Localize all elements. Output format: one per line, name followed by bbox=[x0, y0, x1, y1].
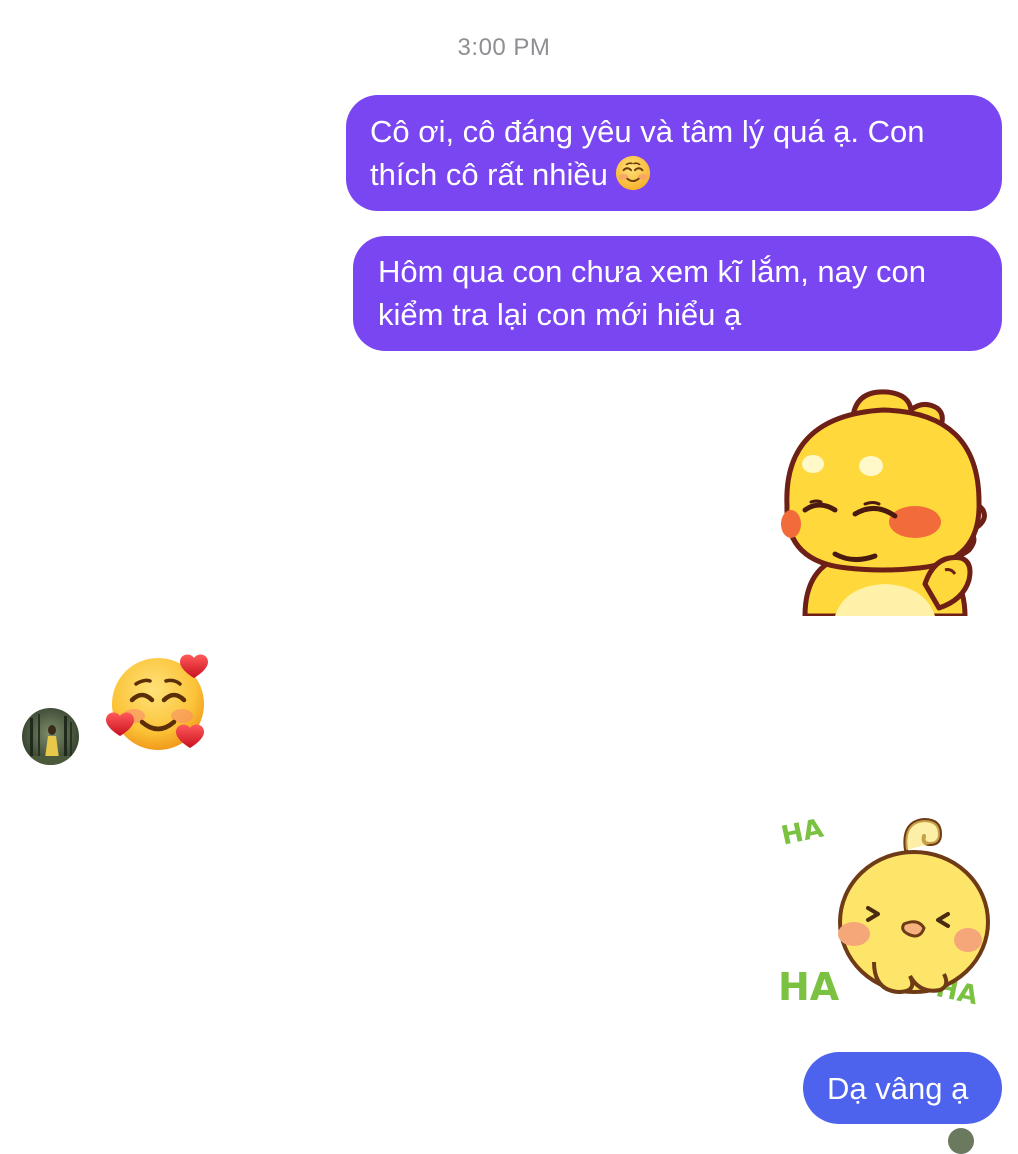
outgoing-message-bubble[interactable]: Cô ơi, cô đáng yêu và tâm lý quá ạ. Con … bbox=[346, 95, 1002, 211]
smiling-face-icon bbox=[615, 155, 650, 191]
sticker-ha-text: HA bbox=[779, 814, 826, 852]
message-text-line: Cô ơi, cô đáng yêu và tâm lý quá ạ. Con bbox=[370, 114, 925, 149]
laughing-chick-sticker[interactable]: HA HA HA bbox=[776, 812, 991, 1012]
blushing-yellow-chick-sticker[interactable] bbox=[775, 384, 990, 616]
read-receipt-avatar bbox=[948, 1128, 974, 1154]
message-text-line: thích cô rất nhiều bbox=[370, 153, 980, 196]
message-text-line: Hôm qua con chưa xem kĩ lắm, nay con bbox=[378, 254, 926, 289]
contact-avatar[interactable] bbox=[22, 708, 79, 765]
message-timestamp: 3:00 PM bbox=[457, 34, 551, 61]
sticker-ha-text: HA bbox=[778, 965, 840, 1009]
message-text-line: Dạ vâng ạ bbox=[827, 1071, 969, 1106]
outgoing-message-bubble[interactable]: Dạ vâng ạ bbox=[803, 1052, 1002, 1124]
smiling-face-with-hearts-icon[interactable] bbox=[104, 652, 214, 758]
outgoing-message-bubble[interactable]: Hôm qua con chưa xem kĩ lắm, nay con kiể… bbox=[353, 236, 1002, 351]
message-text-line: kiểm tra lại con mới hiểu ạ bbox=[378, 297, 742, 332]
